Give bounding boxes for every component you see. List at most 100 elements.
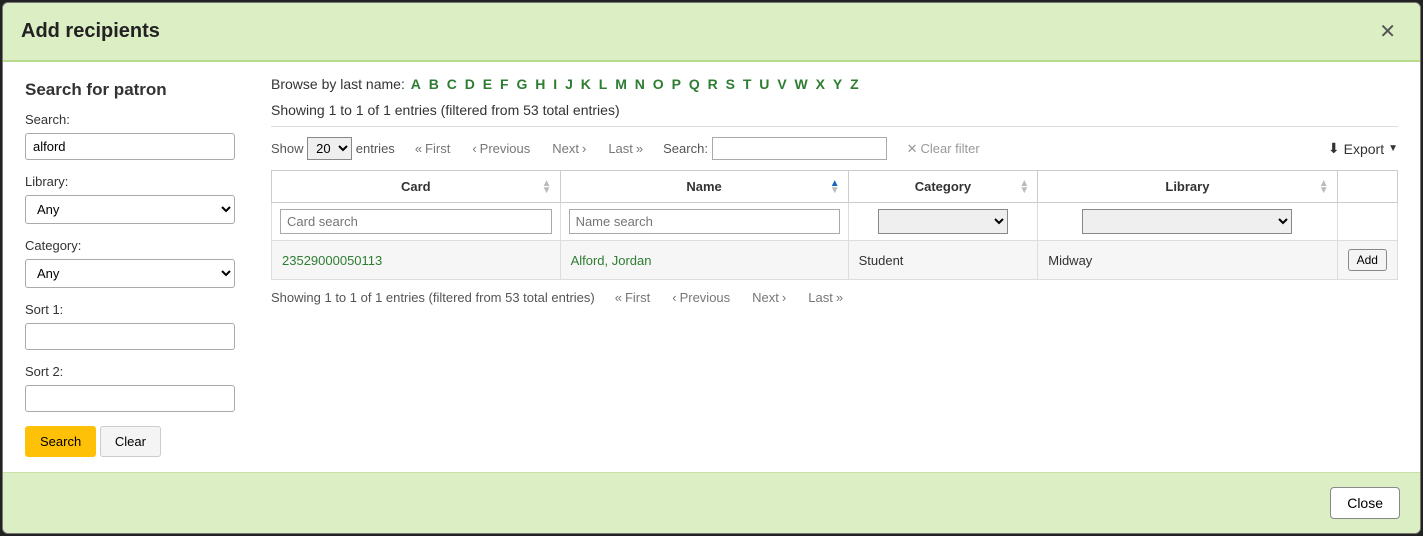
chevron-last-icon: » — [636, 141, 643, 156]
browse-letters: A B C D E F G H I J K L M N O P Q — [409, 76, 861, 92]
pager-first-bottom[interactable]: «First — [615, 290, 651, 305]
letter-k[interactable]: K — [581, 76, 591, 92]
sort-icon: ▲▼ — [1019, 180, 1029, 194]
pager-next-bottom[interactable]: Next› — [752, 290, 786, 305]
name-filter-input[interactable] — [569, 209, 840, 234]
table-header-row: Card ▲▼ Name ▲▼ Category ▲▼ Library — [272, 171, 1398, 203]
letter-o[interactable]: O — [653, 76, 664, 92]
letter-i[interactable]: I — [553, 76, 557, 92]
letter-j[interactable]: J — [565, 76, 573, 92]
letter-n[interactable]: N — [635, 76, 645, 92]
sidebar-heading: Search for patron — [25, 80, 241, 100]
letter-t[interactable]: T — [743, 76, 752, 92]
show-entries: Show 20 entries — [271, 137, 395, 160]
col-category[interactable]: Category ▲▼ — [848, 171, 1038, 203]
letter-z[interactable]: Z — [850, 76, 859, 92]
clear-button[interactable]: Clear — [100, 426, 161, 457]
sort2-input[interactable] — [25, 385, 235, 412]
close-icon[interactable]: ✕ — [1373, 17, 1402, 46]
search-input[interactable] — [25, 133, 235, 160]
filter-row — [272, 203, 1398, 241]
close-button[interactable]: Close — [1330, 487, 1400, 519]
results-panel: Browse by last name: A B C D E F G H I J… — [261, 62, 1420, 472]
letter-w[interactable]: W — [795, 76, 808, 92]
table-search-input[interactable] — [712, 137, 887, 160]
letter-s[interactable]: S — [726, 76, 735, 92]
pager-last-bottom[interactable]: Last» — [808, 290, 843, 305]
chevron-last-icon: » — [836, 290, 843, 305]
pager-next-label: Next — [552, 141, 579, 156]
pager-last[interactable]: Last» — [608, 141, 643, 156]
letter-y[interactable]: Y — [833, 76, 842, 92]
letter-d[interactable]: D — [465, 76, 475, 92]
letter-v[interactable]: V — [777, 76, 786, 92]
entries-info-top: Showing 1 to 1 of 1 entries (filtered fr… — [271, 102, 1398, 118]
clear-filter[interactable]: ✕ Clear filter — [907, 141, 980, 157]
pager-previous-bottom[interactable]: ‹Previous — [672, 290, 730, 305]
category-cell: Student — [848, 241, 1038, 280]
table-controls-bottom: Showing 1 to 1 of 1 entries (filtered fr… — [271, 290, 1398, 305]
col-name-label: Name — [686, 179, 721, 194]
col-library-label: Library — [1165, 179, 1209, 194]
chevron-first-icon: « — [615, 290, 622, 305]
pager-next[interactable]: Next› — [552, 141, 586, 156]
letter-h[interactable]: H — [535, 76, 545, 92]
category-select[interactable]: Any — [25, 259, 235, 288]
table-controls-top: Show 20 entries «First ‹Previous Next› L… — [271, 137, 1398, 160]
pager-last-label: Last — [608, 141, 633, 156]
category-label: Category: — [25, 238, 241, 253]
col-card-label: Card — [401, 179, 431, 194]
entries-select[interactable]: 20 — [307, 137, 352, 160]
sort2-label: Sort 2: — [25, 364, 241, 379]
sort1-input[interactable] — [25, 323, 235, 350]
clear-filter-label: Clear filter — [920, 141, 979, 156]
letter-m[interactable]: M — [615, 76, 627, 92]
results-table: Card ▲▼ Name ▲▼ Category ▲▼ Library — [271, 170, 1398, 280]
library-select[interactable]: Any — [25, 195, 235, 224]
letter-l[interactable]: L — [599, 76, 608, 92]
letter-a[interactable]: A — [411, 76, 421, 92]
letter-c[interactable]: C — [447, 76, 457, 92]
x-icon: ✕ — [907, 141, 918, 157]
library-filter-select[interactable] — [1082, 209, 1292, 234]
letter-e[interactable]: E — [483, 76, 492, 92]
pager-next-label-b: Next — [752, 290, 779, 305]
letter-p[interactable]: P — [672, 76, 681, 92]
letter-g[interactable]: G — [516, 76, 527, 92]
category-filter-select[interactable] — [878, 209, 1008, 234]
sort-asc-icon: ▲▼ — [830, 180, 840, 194]
name-link[interactable]: Alford, Jordan — [571, 253, 652, 268]
show-suffix: entries — [356, 141, 395, 156]
card-link[interactable]: 23529000050113 — [282, 253, 382, 268]
divider — [271, 126, 1398, 127]
col-name[interactable]: Name ▲▼ — [560, 171, 848, 203]
letter-r[interactable]: R — [708, 76, 718, 92]
export-button[interactable]: ⬇ Export ▼ — [1328, 140, 1398, 157]
pager-previous[interactable]: ‹Previous — [472, 141, 530, 156]
library-cell: Midway — [1038, 241, 1337, 280]
table-search-label: Search: — [663, 141, 708, 156]
letter-b[interactable]: B — [429, 76, 439, 92]
add-button[interactable]: Add — [1348, 249, 1387, 271]
show-prefix: Show — [271, 141, 304, 156]
letter-f[interactable]: F — [500, 76, 509, 92]
pager-first-label: First — [425, 141, 450, 156]
search-button[interactable]: Search — [25, 426, 96, 457]
add-recipients-modal: Add recipients ✕ Search for patron Searc… — [2, 2, 1421, 534]
sort-icon: ▲▼ — [542, 180, 552, 194]
modal-title: Add recipients — [21, 20, 160, 43]
letter-x[interactable]: X — [816, 76, 825, 92]
pager-prev-label-b: Previous — [680, 290, 731, 305]
pager-top: «First ‹Previous Next› Last» — [415, 141, 643, 156]
col-category-label: Category — [915, 179, 971, 194]
letter-u[interactable]: U — [759, 76, 769, 92]
download-icon: ⬇ — [1328, 140, 1340, 157]
col-card[interactable]: Card ▲▼ — [272, 171, 561, 203]
pager-last-label-b: Last — [808, 290, 833, 305]
card-filter-input[interactable] — [280, 209, 552, 234]
col-library[interactable]: Library ▲▼ — [1038, 171, 1337, 203]
chevron-right-icon: › — [582, 141, 586, 156]
table-search: Search: — [663, 137, 886, 160]
letter-q[interactable]: Q — [689, 76, 700, 92]
pager-first[interactable]: «First — [415, 141, 451, 156]
